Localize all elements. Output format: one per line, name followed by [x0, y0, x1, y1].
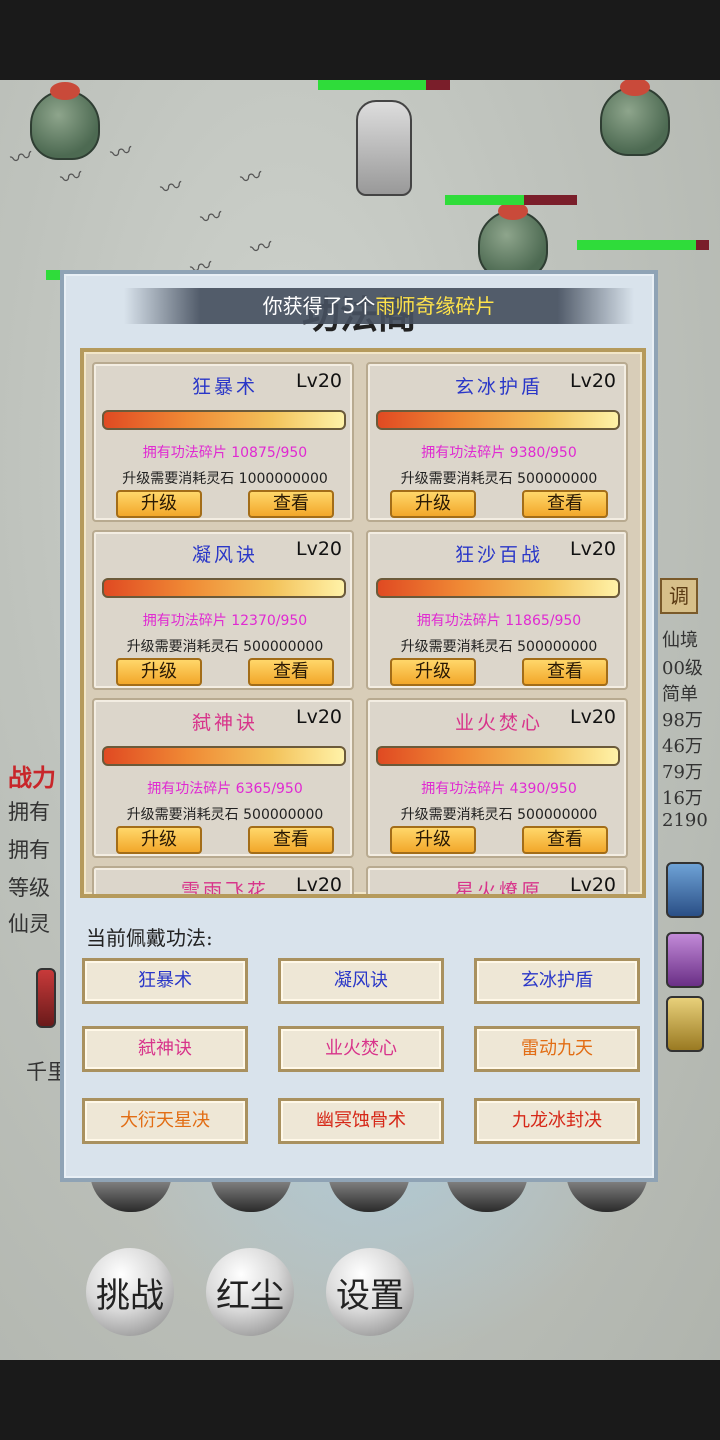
- view-button[interactable]: 查看: [248, 490, 334, 518]
- equipped-skill-slot[interactable]: 玄冰护盾: [474, 958, 640, 1004]
- fragment-count: 拥有功法碎片 12370/950: [142, 613, 308, 629]
- stat-value: 16万: [662, 788, 703, 809]
- upgrade-button[interactable]: 升级: [390, 658, 476, 686]
- equipped-skill-slot[interactable]: 狂暴术: [82, 958, 248, 1004]
- blue-scroll-icon[interactable]: [666, 862, 704, 918]
- equipped-skill-slot[interactable]: 九龙冰封决: [474, 1098, 640, 1144]
- bird-icon: 〰: [237, 163, 266, 194]
- equipped-skill-slot[interactable]: 凝风诀: [278, 958, 444, 1004]
- gold-scroll-icon[interactable]: [666, 996, 704, 1052]
- view-button[interactable]: 查看: [248, 658, 334, 686]
- bird-icon: 〰: [57, 163, 86, 194]
- fragment-count: 拥有功法碎片 9380/950: [421, 445, 577, 461]
- skill-progress-bar: [102, 410, 346, 430]
- skill-card[interactable]: 星火燎原 Lv20: [366, 866, 628, 896]
- equipped-skill-slot[interactable]: 雷动九天: [474, 1026, 640, 1072]
- own-label: 拥有: [8, 838, 50, 862]
- level-label: 等级: [8, 876, 50, 900]
- equipped-label: 当前佩戴功法:: [86, 926, 213, 950]
- enemy-hp-bar: [577, 240, 709, 250]
- skill-progress-bar: [376, 746, 620, 766]
- toast-prefix: 你获得了5个: [262, 294, 376, 318]
- purple-scroll-icon[interactable]: [666, 932, 704, 988]
- stat-value: 46万: [662, 736, 703, 757]
- stat-value: 98万: [662, 710, 703, 731]
- skill-progress-bar: [376, 578, 620, 598]
- toad-monster[interactable]: [30, 82, 100, 160]
- adjust-button[interactable]: 调整: [660, 578, 698, 614]
- spirit-label: 仙灵: [8, 912, 50, 936]
- equipped-skill-slot[interactable]: 大衍天星决: [82, 1098, 248, 1144]
- reward-toast: 你获得了5个雨师奇缘碎片: [124, 288, 634, 324]
- bird-icon: 〰: [247, 233, 276, 264]
- skill-card[interactable]: 狂暴术 Lv20 拥有功法碎片 10875/950 升级需要消耗灵石 10000000…: [92, 362, 354, 522]
- skill-card[interactable]: 凝风诀 Lv20 拥有功法碎片 12370/950 升级需要消耗灵石 50000000…: [92, 530, 354, 690]
- skill-pavilion-dialog: 功法阁 你获得了5个雨师奇缘碎片 狂暴术Lv20拥有功法碎片 10875/950…: [60, 270, 658, 1182]
- view-button[interactable]: 查看: [522, 490, 608, 518]
- view-button[interactable]: 查看: [522, 826, 608, 854]
- upgrade-cost: 升级需要消耗灵石 500000000: [400, 807, 598, 823]
- skill-grid[interactable]: 狂暴术 Lv20 拥有功法碎片 10875/950 升级需要消耗灵石 10000000…: [80, 348, 646, 898]
- red-scroll-icon[interactable]: [36, 968, 56, 1028]
- equipped-skill-slot[interactable]: 幽冥蚀骨术: [278, 1098, 444, 1144]
- equipped-skill-slot[interactable]: 业火焚心: [278, 1026, 444, 1072]
- stat-value: 2190: [662, 810, 708, 831]
- upgrade-button[interactable]: 升级: [390, 490, 476, 518]
- skill-card[interactable]: 业火焚心 Lv20 拥有功法碎片 4390/950 升级需要消耗灵石 50000000…: [366, 698, 628, 858]
- settings-button[interactable]: 设置: [326, 1248, 414, 1336]
- red-dust-button[interactable]: 红尘: [206, 1248, 294, 1336]
- skill-card[interactable]: 雪雨飞花 Lv20: [92, 866, 354, 896]
- view-button[interactable]: 查看: [248, 826, 334, 854]
- game-screen: 〰 〰 〰 〰 〰 〰 〰 〰 战力 拥有 拥有 等级 仙灵 千里 仙境 00级…: [0, 0, 720, 1440]
- upgrade-cost: 升级需要消耗灵石 500000000: [126, 639, 324, 655]
- upgrade-cost: 升级需要消耗灵石 1000000000: [122, 471, 328, 487]
- status-bar-area: [0, 0, 720, 80]
- skill-level: Lv20: [295, 874, 342, 896]
- upgrade-cost: 升级需要消耗灵石 500000000: [126, 807, 324, 823]
- stat-value: 79万: [662, 762, 703, 783]
- skill-level: Lv20: [295, 370, 342, 392]
- fragment-count: 拥有功法碎片 4390/950: [421, 781, 577, 797]
- skill-card[interactable]: 弑神诀 Lv20 拥有功法碎片 6365/950 升级需要消耗灵石 500000000…: [92, 698, 354, 858]
- grade-value: 00级: [662, 658, 703, 679]
- upgrade-cost: 升级需要消耗灵石 500000000: [400, 471, 598, 487]
- bird-icon: 〰: [157, 173, 186, 204]
- skill-level: Lv20: [569, 706, 616, 728]
- toast-item: 雨师奇缘碎片: [375, 294, 496, 318]
- upgrade-button[interactable]: 升级: [116, 490, 202, 518]
- skill-card[interactable]: 玄冰护盾 Lv20 拥有功法碎片 9380/950 升级需要消耗灵石 50000000…: [366, 362, 628, 522]
- skill-progress-bar: [102, 746, 346, 766]
- difficulty-value: 简单: [662, 684, 698, 705]
- view-button[interactable]: 查看: [522, 658, 608, 686]
- upgrade-button[interactable]: 升级: [390, 826, 476, 854]
- skill-level: Lv20: [295, 706, 342, 728]
- fragment-count: 拥有功法碎片 10875/950: [142, 445, 308, 461]
- upgrade-cost: 升级需要消耗灵石 500000000: [400, 639, 598, 655]
- toad-monster[interactable]: [600, 80, 670, 156]
- upgrade-button[interactable]: 升级: [116, 826, 202, 854]
- enemy-hp-bar: [445, 195, 577, 205]
- fragment-count: 拥有功法碎片 11865/950: [416, 613, 582, 629]
- enemy-hp-bar: [318, 80, 450, 90]
- realm-label: 仙境: [662, 630, 698, 651]
- skill-level: Lv20: [569, 538, 616, 560]
- skill-level: Lv20: [569, 370, 616, 392]
- upgrade-button[interactable]: 升级: [116, 658, 202, 686]
- own-label: 拥有: [8, 800, 50, 824]
- knight-hero[interactable]: [356, 100, 412, 196]
- nav-bar-area: [0, 1360, 720, 1440]
- bird-icon: 〰: [197, 203, 226, 234]
- skill-progress-bar: [376, 410, 620, 430]
- skill-progress-bar: [102, 578, 346, 598]
- bird-icon: 〰: [107, 138, 136, 169]
- skill-level: Lv20: [295, 538, 342, 560]
- fragment-count: 拥有功法碎片 6365/950: [147, 781, 303, 797]
- skill-card[interactable]: 狂沙百战 Lv20 拥有功法碎片 11865/950 升级需要消耗灵石 5000000…: [366, 530, 628, 690]
- equipped-skill-slot[interactable]: 弑神诀: [82, 1026, 248, 1072]
- challenge-button[interactable]: 挑战: [86, 1248, 174, 1336]
- skill-level: Lv20: [569, 874, 616, 896]
- power-label: 战力: [8, 763, 56, 792]
